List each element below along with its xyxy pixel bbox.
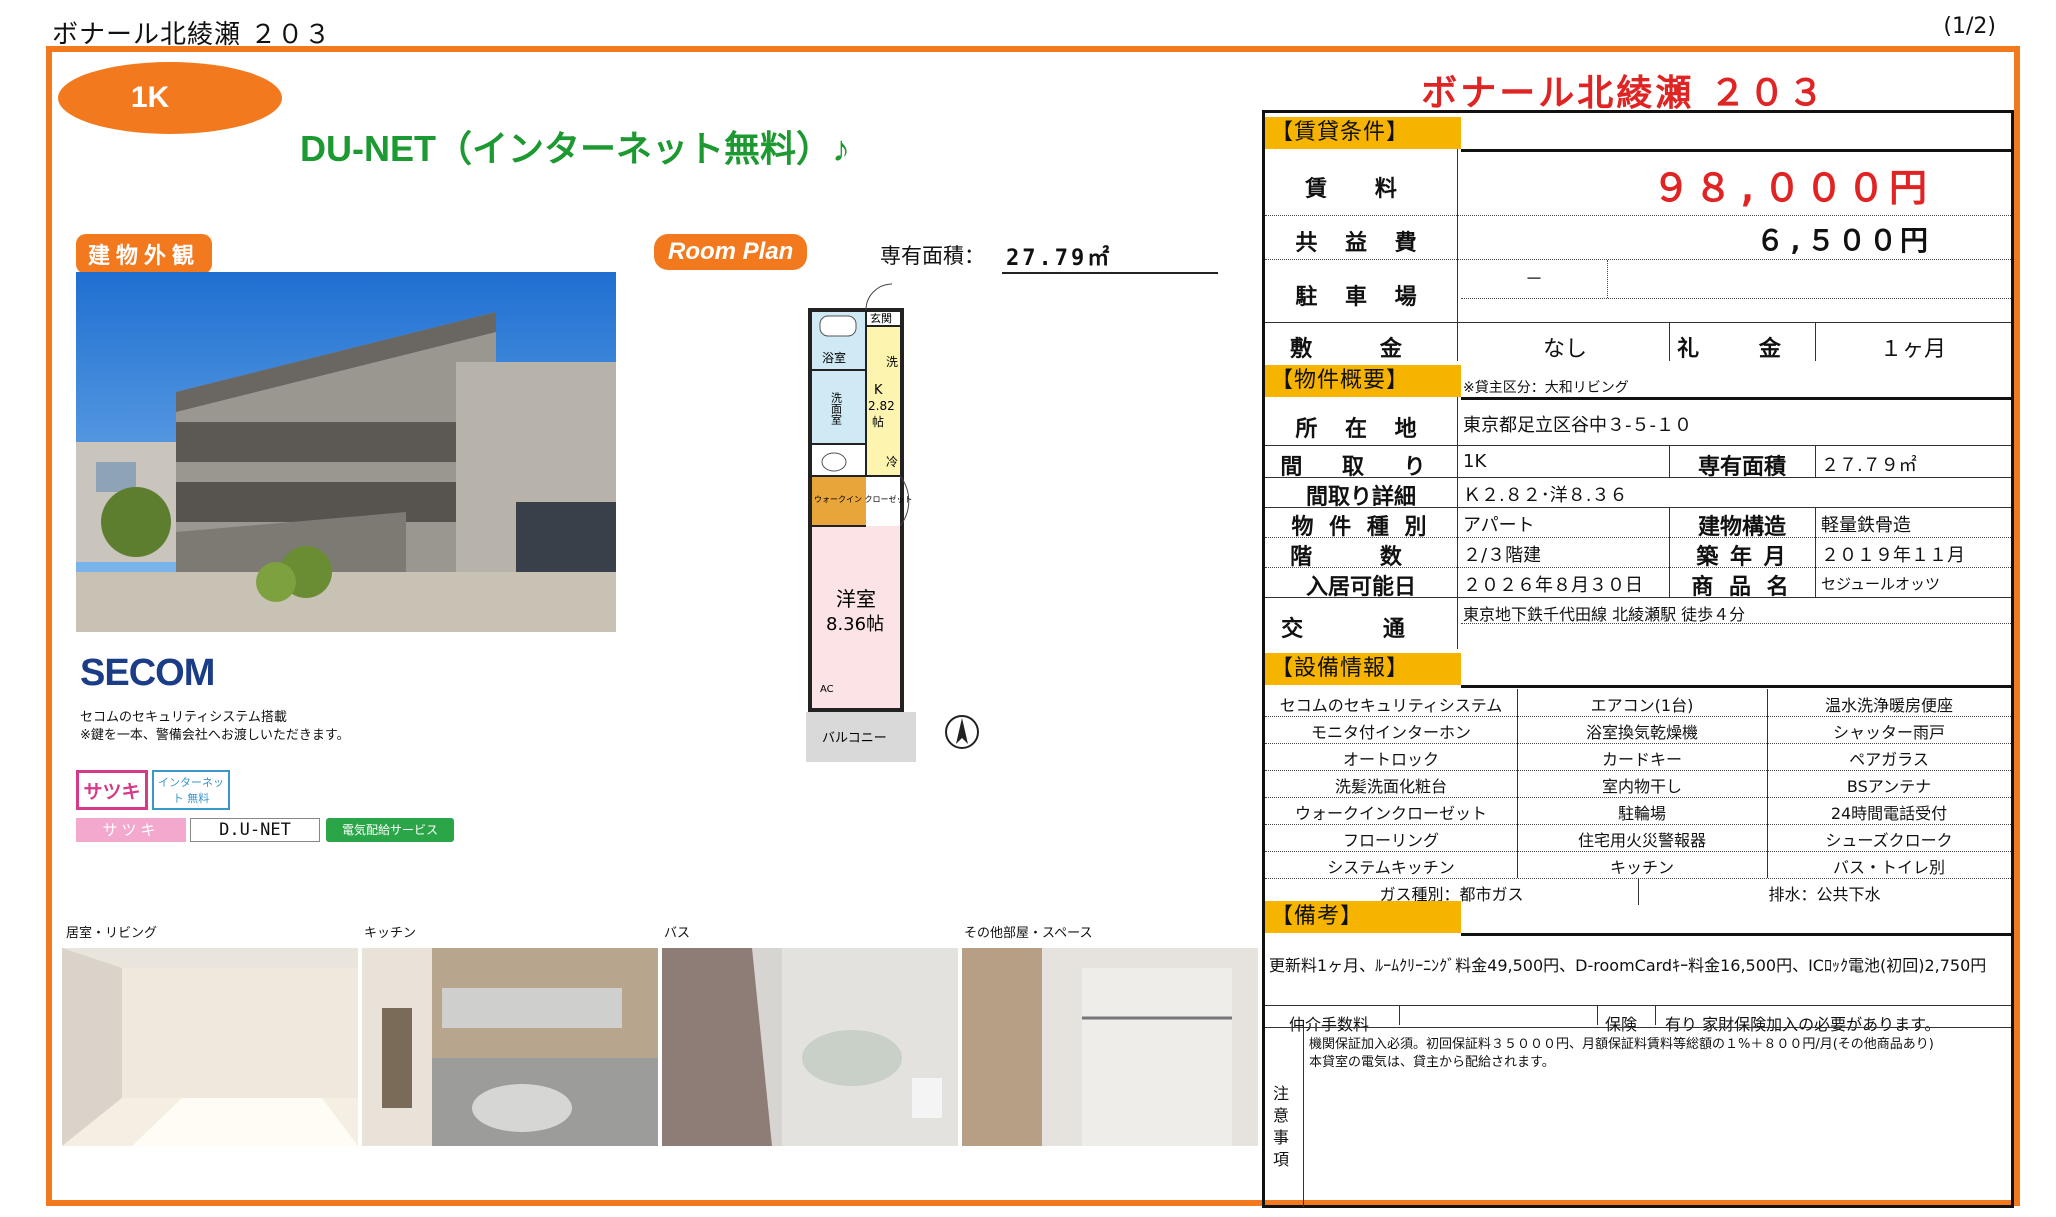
- exterior-photo: [76, 272, 616, 632]
- product-value: セジュールオッツ: [1821, 575, 1940, 593]
- drain-type: 排水：公共下水: [1768, 885, 1881, 904]
- thumb-photo-bath: [662, 948, 958, 1146]
- floorplan-k: K: [874, 383, 883, 398]
- area-value-right: ２７.７９㎡: [1821, 455, 1917, 476]
- headline: DU-NET（インターネット無料）♪: [300, 128, 850, 169]
- broker-fee-label: 仲介手数料: [1289, 1015, 1370, 1034]
- equipment-item: 駐輪場: [1617, 804, 1666, 823]
- thumb-caption-kitchen: キッチン: [364, 926, 417, 941]
- equipment-item: バス・トイレ別: [1832, 858, 1945, 877]
- roomplan-tag: Room Plan: [654, 234, 808, 270]
- floors-value: ２/３階建: [1463, 545, 1542, 566]
- area-label: 専有面積：: [880, 244, 985, 268]
- rent-value: ９８,０００円: [1652, 166, 1931, 210]
- secom-logo: SECOM: [80, 652, 215, 694]
- equipment-item: シューズクローク: [1825, 831, 1953, 850]
- common-fee-label: 共 益 費: [1295, 231, 1427, 256]
- equipment-item: セコムのセキュリティシステム: [1279, 696, 1503, 715]
- move-in-value: ２０２６年８月３０日: [1463, 575, 1643, 596]
- details-panel: 【賃貸条件】 賃 料 ９８,０００円 共 益 費 ６,５００円 駐 車 場 － …: [1262, 110, 2014, 1208]
- satsuki-band: サツキ: [76, 818, 186, 842]
- floorplan-senmen: 洗面室: [830, 392, 843, 425]
- property-type-value: アパート: [1463, 515, 1535, 536]
- structure-value: 軽量鉄骨造: [1821, 515, 1911, 536]
- room-type-badge: 1K: [58, 62, 282, 134]
- deposit-value: なし: [1542, 337, 1587, 362]
- section-rent-conditions: 【賃貸条件】: [1265, 117, 1461, 149]
- equipment-item: 室内物干し: [1601, 777, 1682, 796]
- secom-note-2: ※鍵を一本、警備会社へお渡しいただきます。: [80, 728, 350, 743]
- area-value: 27.79㎡: [1002, 240, 1218, 274]
- equipment-item: ウォークインクローゼット: [1294, 804, 1487, 823]
- common-fee-value: ６,５００円: [1756, 224, 1931, 257]
- thumb-photo-other: [962, 948, 1258, 1146]
- floorplan-k-unit: 帖: [872, 414, 884, 429]
- property-title: ボナール北綾瀬 ２０３: [1421, 73, 1827, 114]
- access-label: 交 通: [1281, 617, 1441, 642]
- key-money-value: １ヶ月: [1879, 337, 1946, 362]
- equipment-item: ペアガラス: [1849, 750, 1929, 769]
- equipment-item: モニタ付インターホン: [1310, 723, 1471, 742]
- floorplan-genkan: 玄関: [870, 311, 892, 325]
- floorplan-ac: AC: [820, 684, 834, 695]
- floorplan-bath: 浴室: [822, 350, 846, 365]
- insurance-value: 有り 家財保険加入の必要があります。: [1665, 1015, 1941, 1034]
- floorplan-balcony: バルコニー: [822, 731, 887, 746]
- thumb-caption-bath: バス: [664, 926, 691, 941]
- exterior-tag: 建物外観: [76, 234, 213, 274]
- floorplan-wash: 洗: [886, 355, 898, 369]
- address-value: 東京都足立区谷中３-５-１０: [1463, 415, 1692, 436]
- insurance-label: 保険: [1605, 1015, 1638, 1034]
- internet-free-badge: インターネット 無料: [152, 770, 230, 810]
- thumb-caption-living: 居室・リビング: [66, 926, 158, 941]
- floorplan-rei: 冷: [886, 455, 898, 469]
- section-equipment: 【設備情報】: [1265, 653, 1461, 685]
- layout-detail-value: Ｋ２.８２･洋８.３６: [1463, 485, 1628, 506]
- address-label: 所 在 地: [1295, 417, 1427, 442]
- key-money-label: 礼 金: [1677, 337, 1807, 362]
- electric-service-band: 電気配給サービス: [326, 818, 454, 842]
- property-flyer-page: ボナール北綾瀬 ２０３ (1/2) 1K DU-NET（インターネット無料）♪ …: [0, 0, 2056, 1217]
- notes-line-1: 機関保証加入必須。初回保証料３５０００円、月額保証料賃料等総額の１%＋８００円/…: [1309, 1037, 1934, 1052]
- equipment-item: カードキー: [1601, 750, 1682, 769]
- equipment-item: オートロック: [1342, 750, 1439, 769]
- notes-line-2: 本貸室の電気は、貸主から配給されます。: [1309, 1055, 1555, 1070]
- thumb-photo-living: [62, 948, 358, 1146]
- deposit-label: 敷 金: [1290, 337, 1432, 362]
- access-value: 東京地下鉄千代田線 北綾瀬駅 徒歩４分: [1463, 605, 1746, 624]
- page-number: (1/2): [1943, 14, 1996, 39]
- equipment-item: フローリング: [1342, 831, 1439, 850]
- parking-label: 駐 車 場: [1295, 285, 1427, 310]
- layout-value: 1K: [1463, 451, 1487, 472]
- equipment-item: エアコン(1台): [1590, 696, 1694, 715]
- dunet-band: D.U-NET: [190, 818, 320, 842]
- secom-note-1: セコムのセキュリティシステム搭載: [80, 710, 287, 725]
- floorplan-k-size: 2.82: [868, 399, 895, 413]
- equipment-item: BSアンテナ: [1846, 777, 1932, 796]
- floorplan-western: 洋室: [836, 587, 876, 611]
- rent-label: 賃 料: [1305, 177, 1417, 202]
- equipment-item: シャッター雨戸: [1832, 723, 1945, 742]
- equipment-item: 洗髪洗面化粧台: [1334, 777, 1447, 796]
- remarks-text: 更新料1ヶ月、ﾙｰﾑｸﾘｰﾆﾝｸﾞ料金49,500円、D-roomCardｷｰ料…: [1269, 956, 1987, 975]
- equipment-item: 24時間電話受付: [1830, 804, 1948, 823]
- north-arrow-icon: [945, 715, 979, 749]
- thumb-photo-kitchen: [362, 948, 658, 1146]
- equipment-item: 温水洗浄暖房便座: [1824, 696, 1953, 715]
- equipment-item: キッチン: [1609, 858, 1674, 877]
- floorplan-closet: ウォークイン クローゼット: [814, 494, 913, 504]
- satsuki-badge: サツキ: [76, 770, 148, 810]
- notes-label: 注意事項: [1272, 1084, 1289, 1169]
- floor-plan: 玄関 浴室 洗 洗面室 K 2.82 帖 冷 ウォークイン クローゼット 洋室 …: [806, 283, 916, 762]
- built-value: ２０１９年１１月: [1821, 545, 1965, 566]
- section-remarks: 【備考】: [1265, 901, 1461, 933]
- equipment-item: 浴室換気乾燥機: [1585, 723, 1698, 742]
- overview-note: ※貸主区分：大和リビング: [1463, 380, 1629, 396]
- floorplan-western-size: 8.36帖: [826, 614, 884, 635]
- equipment-item: システムキッチン: [1327, 858, 1455, 877]
- equipment-item: 住宅用火災警報器: [1577, 831, 1706, 850]
- section-property-overview: 【物件概要】: [1265, 365, 1461, 397]
- thumb-caption-other: その他部屋・スペース: [964, 926, 1093, 941]
- parking-value: －: [1525, 269, 1543, 290]
